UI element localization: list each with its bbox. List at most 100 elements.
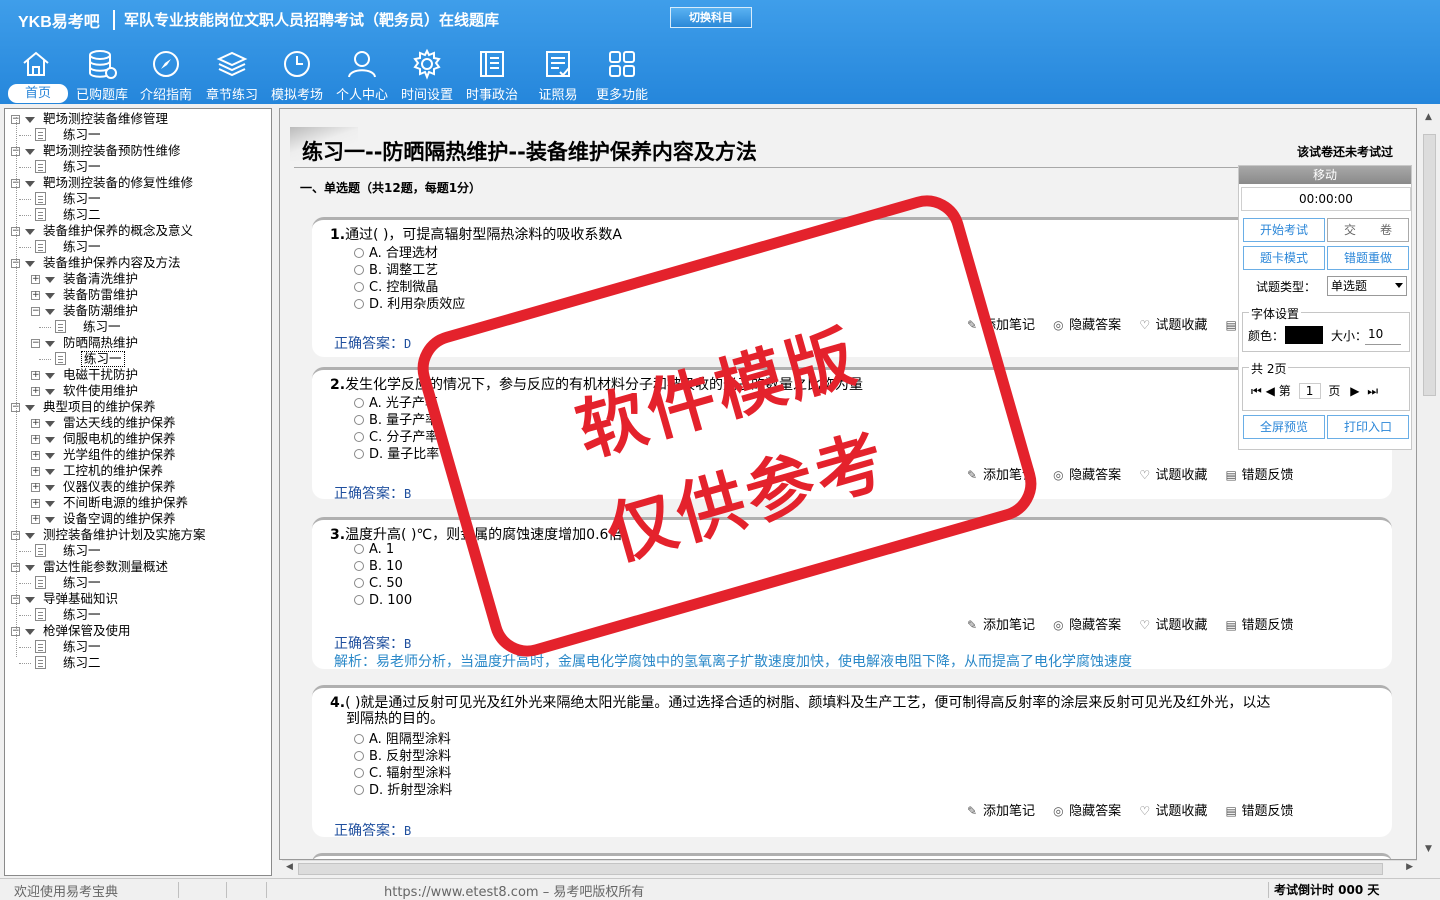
tree-node-item[interactable]: + 伺服电机的维护保养 [5,431,271,447]
add-note-button[interactable]: ✎ 添加笔记 [967,614,1035,633]
tree-node-item[interactable]: + 设备空调的维护保养 [5,511,271,527]
tree-node-item[interactable]: − 防晒隔热维护 [5,335,271,351]
start-exam-button[interactable]: 开始考试 [1243,218,1325,242]
favorite-button[interactable]: ♡ 试题收藏 [1139,314,1207,333]
nav-more[interactable]: 更多功能 [590,46,654,103]
nav-certificate[interactable]: 证照易 [526,46,590,103]
tree-item-label[interactable]: 防晒隔热维护 [63,335,138,351]
hide-answer-button[interactable]: ◎ 隐藏答案 [1053,464,1121,483]
tree-item-label[interactable]: 典型项目的维护保养 [43,399,156,415]
scroll-right-icon[interactable]: ▶ [1406,862,1413,872]
tree-item-label[interactable]: 练习一 [63,159,101,175]
tree-leaf-item[interactable]: 练习一 [5,607,271,623]
tree-leaf-item[interactable]: 练习二 [5,655,271,671]
last-page-icon[interactable]: ⏭ [1367,384,1378,398]
favorite-button[interactable]: ♡ 试题收藏 [1139,800,1207,819]
tree-leaf-item[interactable]: 练习二 [5,207,271,223]
tree-node-item[interactable]: + 工控机的维护保养 [5,463,271,479]
tree-item-label[interactable]: 测控装备维护计划及实施方案 [43,527,206,543]
feedback-button[interactable]: ▤错题反馈 [1225,800,1293,819]
tree-leaf-item[interactable]: 练习一 [5,351,271,367]
tree-item-label[interactable]: 靶场测控装备维修管理 [43,111,168,127]
tree-item-label[interactable]: 装备清洗维护 [63,271,138,287]
tree-item-label[interactable]: 练习二 [63,655,101,671]
page-number-input[interactable]: 1 [1298,383,1321,399]
tree-item-label[interactable]: 不间断电源的维护保养 [63,495,188,511]
favorite-button[interactable]: ♡ 试题收藏 [1139,614,1207,633]
tree-node-item[interactable]: − 装备防潮维护 [5,303,271,319]
tree-item-label[interactable]: 装备维护保养的概念及意义 [43,223,193,239]
tree-item-label[interactable]: 靶场测控装备预防性维修 [43,143,181,159]
tree-item-label[interactable]: 练习一 [63,191,101,207]
tree-item-label[interactable]: 装备防雷维护 [63,287,138,303]
horizontal-scrollbar[interactable]: ◀ ▶ [282,860,1417,876]
hide-answer-button[interactable]: ◎ 隐藏答案 [1053,800,1121,819]
scroll-thumb[interactable] [298,863,1383,875]
tree-leaf-item[interactable]: 练习一 [5,543,271,559]
favorite-button[interactable]: ♡ 试题收藏 [1139,464,1207,483]
option[interactable]: D. 量子比率 [354,443,439,462]
collapse-icon[interactable]: − [31,339,40,348]
expand-icon[interactable]: + [31,419,40,428]
hide-answer-button[interactable]: ◎ 隐藏答案 [1053,314,1121,333]
tree-item-label[interactable]: 电磁干扰防护 [63,367,138,383]
tree-node-item[interactable]: + 仪器仪表的维护保养 [5,479,271,495]
tree-item-label[interactable]: 练习一 [83,319,121,335]
radio[interactable] [354,282,364,292]
tree-leaf-item[interactable]: 练习一 [5,127,271,143]
exam-control-panel[interactable]: 移动 00:00:00 开始考试 交 卷 题卡模式 错题重做 试题类型： 单选题… [1238,165,1412,450]
option[interactable]: B. 10 [354,559,403,574]
tree-item-label[interactable]: 练习一 [63,127,101,143]
tree-node-item[interactable]: + 电磁干扰防护 [5,367,271,383]
tree-leaf-item[interactable]: 练习一 [5,639,271,655]
radio[interactable] [354,561,364,571]
radio[interactable] [354,751,364,761]
expand-icon[interactable]: + [31,291,40,300]
nav-guide[interactable]: 介绍指南 [134,46,198,103]
tree-node-item[interactable]: − 靶场测控装备维修管理 [5,111,271,127]
expand-icon[interactable]: + [31,467,40,476]
chapter-tree[interactable]: − 靶场测控装备维修管理 练习一 − 靶场测控装备预防性维修 练习一 − 靶场测控装备的修复性… [4,108,272,876]
tree-leaf-item[interactable]: 练习一 [5,319,271,335]
font-color-picker[interactable] [1285,326,1323,344]
tree-item-label[interactable]: 雷达性能参数测量概述 [43,559,168,575]
panel-drag-handle[interactable]: 移动 [1239,166,1411,184]
tree-item-label[interactable]: 枪弹保管及使用 [43,623,131,639]
radio[interactable] [354,544,364,554]
submit-button[interactable]: 交 卷 [1327,218,1409,242]
tree-node-item[interactable]: − 测控装备维护计划及实施方案 [5,527,271,543]
option[interactable]: D. 利用杂质效应 [354,293,465,312]
nav-chapter[interactable]: 章节练习 [200,46,264,103]
tree-node-item[interactable]: + 装备清洗维护 [5,271,271,287]
tree-node-item[interactable]: + 软件使用维护 [5,383,271,399]
nav-mock-exam[interactable]: 模拟考场 [265,46,329,103]
tree-item-label[interactable]: 靶场测控装备的修复性维修 [43,175,193,191]
tree-node-item[interactable]: − 典型项目的维护保养 [5,399,271,415]
expand-icon[interactable]: + [31,371,40,380]
hide-answer-button[interactable]: ◎ 隐藏答案 [1053,614,1121,633]
add-note-button[interactable]: ✎ 添加笔记 [967,464,1035,483]
tree-item-label[interactable]: 装备维护保养内容及方法 [43,255,181,271]
scroll-left-icon[interactable]: ◀ [286,862,293,872]
nav-time-settings[interactable]: 时间设置 [395,46,459,103]
expand-icon[interactable]: + [31,483,40,492]
feedback-button[interactable]: ▤错题反馈 [1225,614,1293,633]
card-mode-button[interactable]: 题卡模式 [1243,246,1325,270]
radio[interactable] [354,768,364,778]
tree-item-label[interactable]: 伺服电机的维护保养 [63,431,176,447]
option[interactable]: A. 1 [354,542,394,557]
tree-item-label[interactable]: 练习一 [63,607,101,623]
option[interactable]: D. 100 [354,593,412,608]
tree-leaf-item[interactable]: 练习一 [5,159,271,175]
tree-node-item[interactable]: − 雷达性能参数测量概述 [5,559,271,575]
add-note-button[interactable]: ✎ 添加笔记 [967,800,1035,819]
tree-item-label[interactable]: 练习一 [81,351,125,367]
radio[interactable] [354,578,364,588]
tree-leaf-item[interactable]: 练习一 [5,575,271,591]
tree-node-item[interactable]: + 雷达天线的维护保养 [5,415,271,431]
tree-item-label[interactable]: 练习一 [63,639,101,655]
tree-node-item[interactable]: − 装备维护保养的概念及意义 [5,223,271,239]
tree-leaf-item[interactable]: 练习一 [5,191,271,207]
tree-node-item[interactable]: − 靶场测控装备预防性维修 [5,143,271,159]
nav-personal[interactable]: 个人中心 [330,46,394,103]
